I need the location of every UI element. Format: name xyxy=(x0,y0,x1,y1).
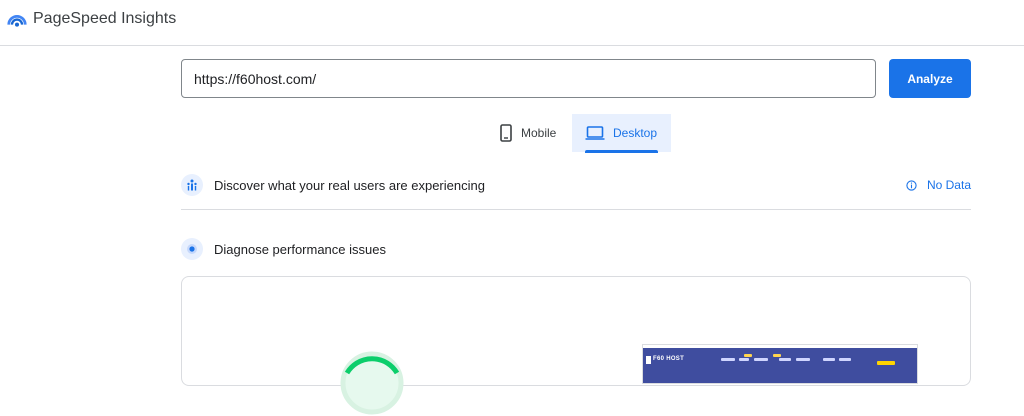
tab-desktop[interactable]: Desktop xyxy=(572,114,671,153)
tab-mobile[interactable]: Mobile xyxy=(491,114,569,152)
field-data-section: Discover what your real users are experi… xyxy=(181,170,971,200)
analyze-button[interactable]: Analyze xyxy=(889,59,971,98)
laptop-icon xyxy=(585,125,605,141)
app-title: PageSpeed Insights xyxy=(33,10,177,27)
preview-header: F60 HOST xyxy=(643,348,917,383)
preview-nav-item xyxy=(796,358,810,361)
preview-nav-item xyxy=(839,358,851,361)
phone-icon xyxy=(499,124,513,142)
preview-cta xyxy=(877,361,895,365)
page-preview-thumbnail: F60 HOST xyxy=(642,344,918,384)
url-input[interactable] xyxy=(181,59,876,98)
performance-gauge xyxy=(340,351,404,415)
pagespeed-logo-icon xyxy=(7,15,27,27)
preview-nav-item xyxy=(754,358,768,361)
preview-logo-icon xyxy=(646,356,651,364)
tab-mobile-label: Mobile xyxy=(521,126,557,140)
people-icon xyxy=(181,174,203,196)
preview-nav-badge xyxy=(744,354,752,357)
diagnose-section: Diagnose performance issues xyxy=(181,234,971,264)
diagnose-title: Diagnose performance issues xyxy=(214,241,386,257)
speed-dot-icon xyxy=(181,238,203,260)
top-bar: PageSpeed Insights xyxy=(0,0,1024,46)
preview-brand: F60 HOST xyxy=(653,356,685,362)
tab-desktop-label: Desktop xyxy=(613,126,658,140)
no-data-label: No Data xyxy=(926,178,971,192)
section-divider xyxy=(181,209,971,210)
info-icon xyxy=(906,179,917,191)
preview-nav-badge xyxy=(773,354,781,357)
preview-nav-item xyxy=(823,358,835,361)
field-data-title: Discover what your real users are experi… xyxy=(214,177,485,193)
no-data-status[interactable]: No Data xyxy=(906,178,971,192)
preview-nav-item xyxy=(721,358,735,361)
preview-nav-item xyxy=(739,358,749,361)
preview-nav-item xyxy=(779,358,791,361)
